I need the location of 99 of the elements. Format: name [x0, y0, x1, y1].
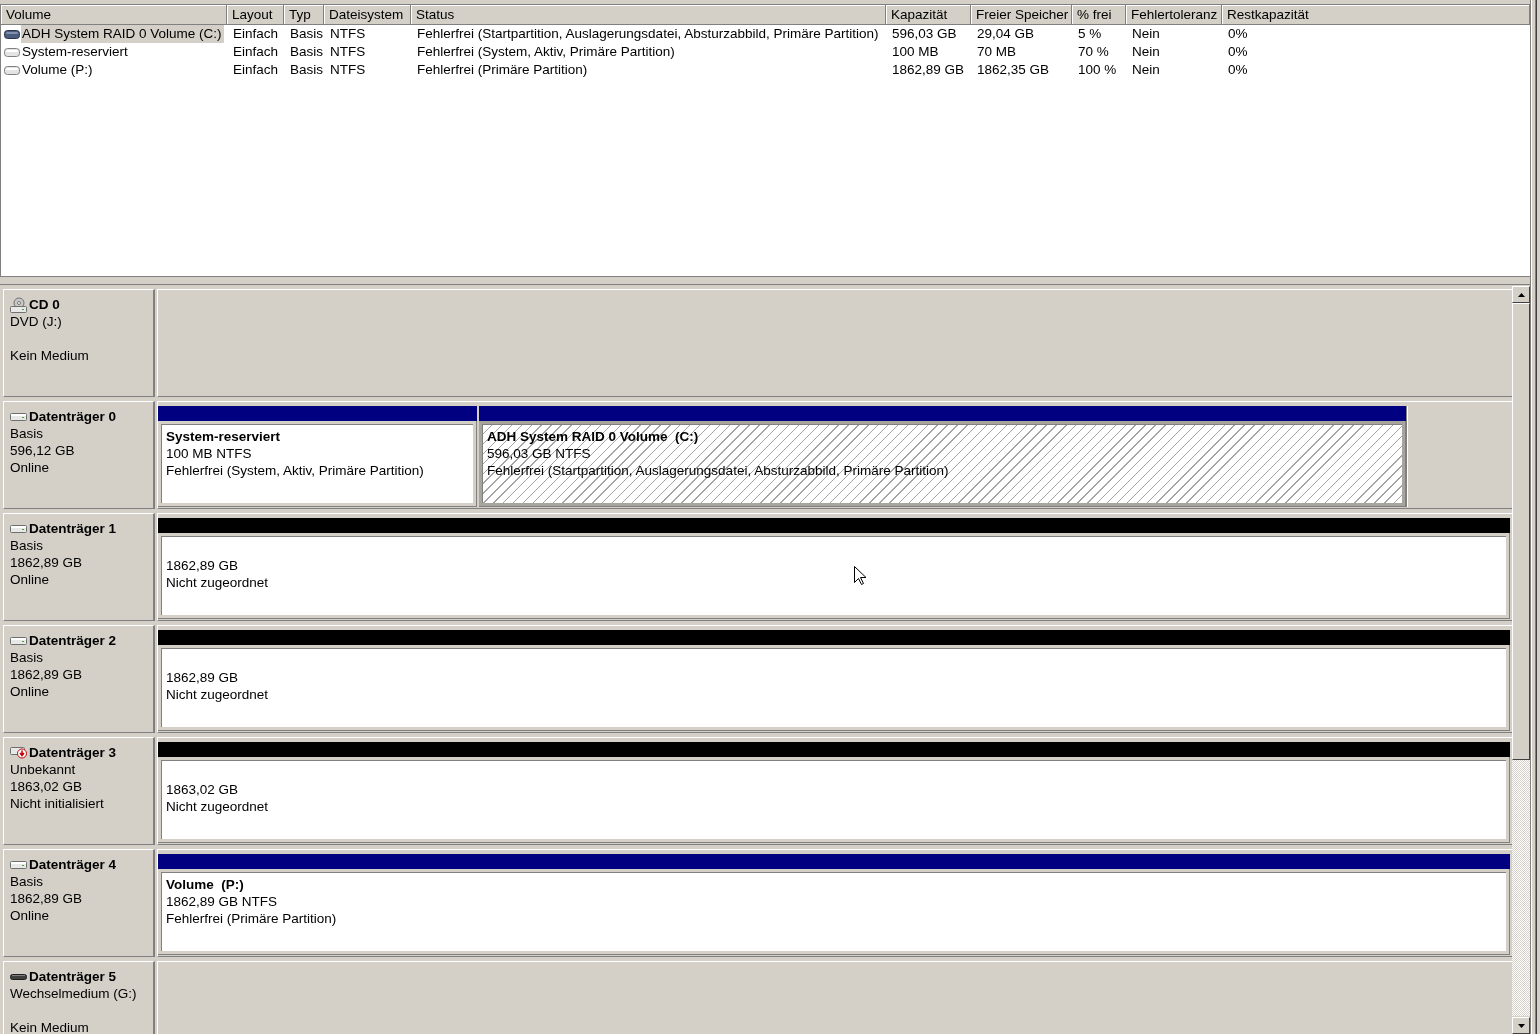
table-cell: Einfach — [233, 62, 279, 77]
scroll-up-button[interactable] — [1512, 286, 1530, 303]
table-cell: 70 MB — [977, 44, 1017, 59]
partition-box[interactable]: 1863,02 GB Nicht zugeordnet — [161, 760, 1506, 839]
disk-type: Wechselmedium (G:) — [10, 986, 137, 1001]
partition-size: 1863,02 GB — [166, 782, 239, 797]
partition-box[interactable]: 1862,89 GB Nicht zugeordnet — [161, 648, 1506, 727]
drive-icon — [4, 65, 20, 75]
column-header[interactable]: Restkapazität — [1222, 5, 1530, 25]
volume-name[interactable]: ADH System RAID 0 Volume (C:) — [21, 25, 224, 43]
disk-status: Online — [10, 460, 50, 475]
disk-name: Datenträger 0 — [29, 408, 117, 425]
disk-name: Datenträger 3 — [29, 744, 117, 761]
disk-size: 1862,89 GB — [10, 667, 83, 682]
disk-status: Online — [10, 908, 50, 923]
partition-status: Fehlerfrei (System, Aktiv, Primäre Partition) — [166, 463, 424, 478]
partition-box[interactable]: ADH System RAID 0 Volume (C:) 596,03 GB NTFS Fehlerfrei (Startpartition, Auslagerungsdatei, Absturzabbild, Primäre Partition) — [482, 424, 1402, 503]
partition-size: 1862,89 GB — [166, 670, 239, 685]
disk-type: Basis — [10, 650, 43, 665]
disk-status: Online — [10, 684, 50, 699]
table-cell: Nein — [1132, 26, 1160, 41]
partition-name: ADH System RAID 0 Volume (C:) — [487, 429, 699, 444]
disk-name: Datenträger 5 — [29, 968, 117, 985]
column-header[interactable]: Volume — [1, 5, 227, 25]
column-header[interactable]: Fehlertoleranz — [1126, 5, 1222, 25]
partition-box[interactable]: 1862,89 GB Nicht zugeordnet — [161, 536, 1506, 615]
volume-name[interactable]: Volume (P:) — [21, 61, 95, 79]
table-cell: Basis — [290, 62, 323, 77]
partition-box[interactable]: System-reserviert 100 MB NTFS Fehlerfrei (System, Aktiv, Primäre Partition) — [161, 424, 473, 503]
disk-type: DVD (J:) — [10, 314, 62, 329]
table-cell: Einfach — [233, 26, 279, 41]
drive-icon — [4, 47, 20, 57]
disk-type: Basis — [10, 874, 43, 889]
disk-name: CD 0 — [29, 296, 60, 313]
table-cell: Nein — [1132, 44, 1160, 59]
disk-status: Kein Medium — [10, 348, 89, 363]
table-cell: 29,04 GB — [977, 26, 1035, 41]
scroll-up-icon — [1517, 292, 1525, 297]
disk-name: Datenträger 4 — [29, 856, 117, 873]
hard-disk-warning-icon — [10, 746, 27, 759]
table-cell: Nein — [1132, 62, 1160, 77]
disk-size: 1862,89 GB — [10, 891, 83, 906]
partition-status: Nicht zugeordnet — [166, 799, 269, 814]
column-header[interactable]: Freier Speicher — [971, 5, 1072, 25]
partition-name: System-reserviert — [166, 429, 281, 444]
partition-status: Nicht zugeordnet — [166, 687, 269, 702]
table-cell: 1862,35 GB — [977, 62, 1050, 77]
table-cell: 70 % — [1078, 44, 1109, 59]
column-header[interactable]: Typ — [284, 5, 324, 25]
disk-size: 596,12 GB — [10, 443, 75, 458]
partition-box[interactable]: Volume (P:) 1862,89 GB NTFS Fehlerfrei (Primäre Partition) — [161, 872, 1506, 951]
scroll-down-button[interactable] — [1512, 1017, 1530, 1034]
disk-name: Datenträger 1 — [29, 520, 117, 537]
mouse-pointer-icon — [854, 566, 866, 585]
column-header[interactable]: Layout — [227, 5, 284, 25]
drive-icon — [4, 29, 20, 39]
partition-name: Volume (P:) — [166, 877, 244, 892]
scroll-thumb[interactable] — [1512, 303, 1530, 760]
cd-drive-icon — [10, 296, 27, 313]
partition-size: 1862,89 GB NTFS — [166, 894, 278, 909]
partition-size: 1862,89 GB — [166, 558, 239, 573]
table-cell: NTFS — [330, 44, 366, 59]
table-cell: NTFS — [330, 62, 366, 77]
table-cell: Fehlerfrei (Startpartition, Auslagerungsdatei, Absturzabbild, Primäre Partition) — [417, 26, 879, 41]
disk-status: Nicht initialisiert — [10, 796, 104, 811]
volume-name[interactable]: System-reserviert — [21, 43, 130, 61]
table-cell: Basis — [290, 26, 323, 41]
table-cell: 0% — [1228, 26, 1248, 41]
table-cell: Einfach — [233, 44, 279, 59]
disk-size: 1862,89 GB — [10, 555, 83, 570]
disk-name: Datenträger 2 — [29, 632, 117, 649]
table-cell: 100 MB — [892, 44, 939, 59]
table-cell: NTFS — [330, 26, 366, 41]
table-cell: 1862,89 GB — [892, 62, 965, 77]
table-cell: 0% — [1228, 44, 1248, 59]
table-cell: 596,03 GB — [892, 26, 957, 41]
scroll-down-icon — [1517, 1023, 1525, 1028]
partition-status: Nicht zugeordnet — [166, 575, 269, 590]
disk-type: Basis — [10, 426, 43, 441]
disk-type: Unbekannt — [10, 762, 76, 777]
partition-status: Fehlerfrei (Primäre Partition) — [166, 911, 337, 926]
column-header[interactable]: Dateisystem — [324, 5, 411, 25]
column-header[interactable]: Kapazität — [886, 5, 971, 25]
column-header[interactable]: % frei — [1072, 5, 1126, 25]
table-cell: 0% — [1228, 62, 1248, 77]
column-header[interactable]: Status — [411, 5, 886, 25]
disk-status: Kein Medium — [10, 1020, 89, 1034]
table-cell: Fehlerfrei (Primäre Partition) — [417, 62, 588, 77]
table-cell: Fehlerfrei (System, Aktiv, Primäre Partition) — [417, 44, 675, 59]
disk-type: Basis — [10, 538, 43, 553]
table-cell: 5 % — [1078, 26, 1102, 41]
disk-status: Online — [10, 572, 50, 587]
table-cell: 100 % — [1078, 62, 1117, 77]
partition-status: Fehlerfrei (Startpartition, Auslagerungsdatei, Absturzabbild, Primäre Partition) — [487, 463, 949, 478]
disk-size: 1863,02 GB — [10, 779, 83, 794]
partition-size: 596,03 GB NTFS — [487, 446, 591, 461]
partition-size: 100 MB NTFS — [166, 446, 252, 461]
table-cell: Basis — [290, 44, 323, 59]
removable-drive-icon — [10, 973, 27, 980]
